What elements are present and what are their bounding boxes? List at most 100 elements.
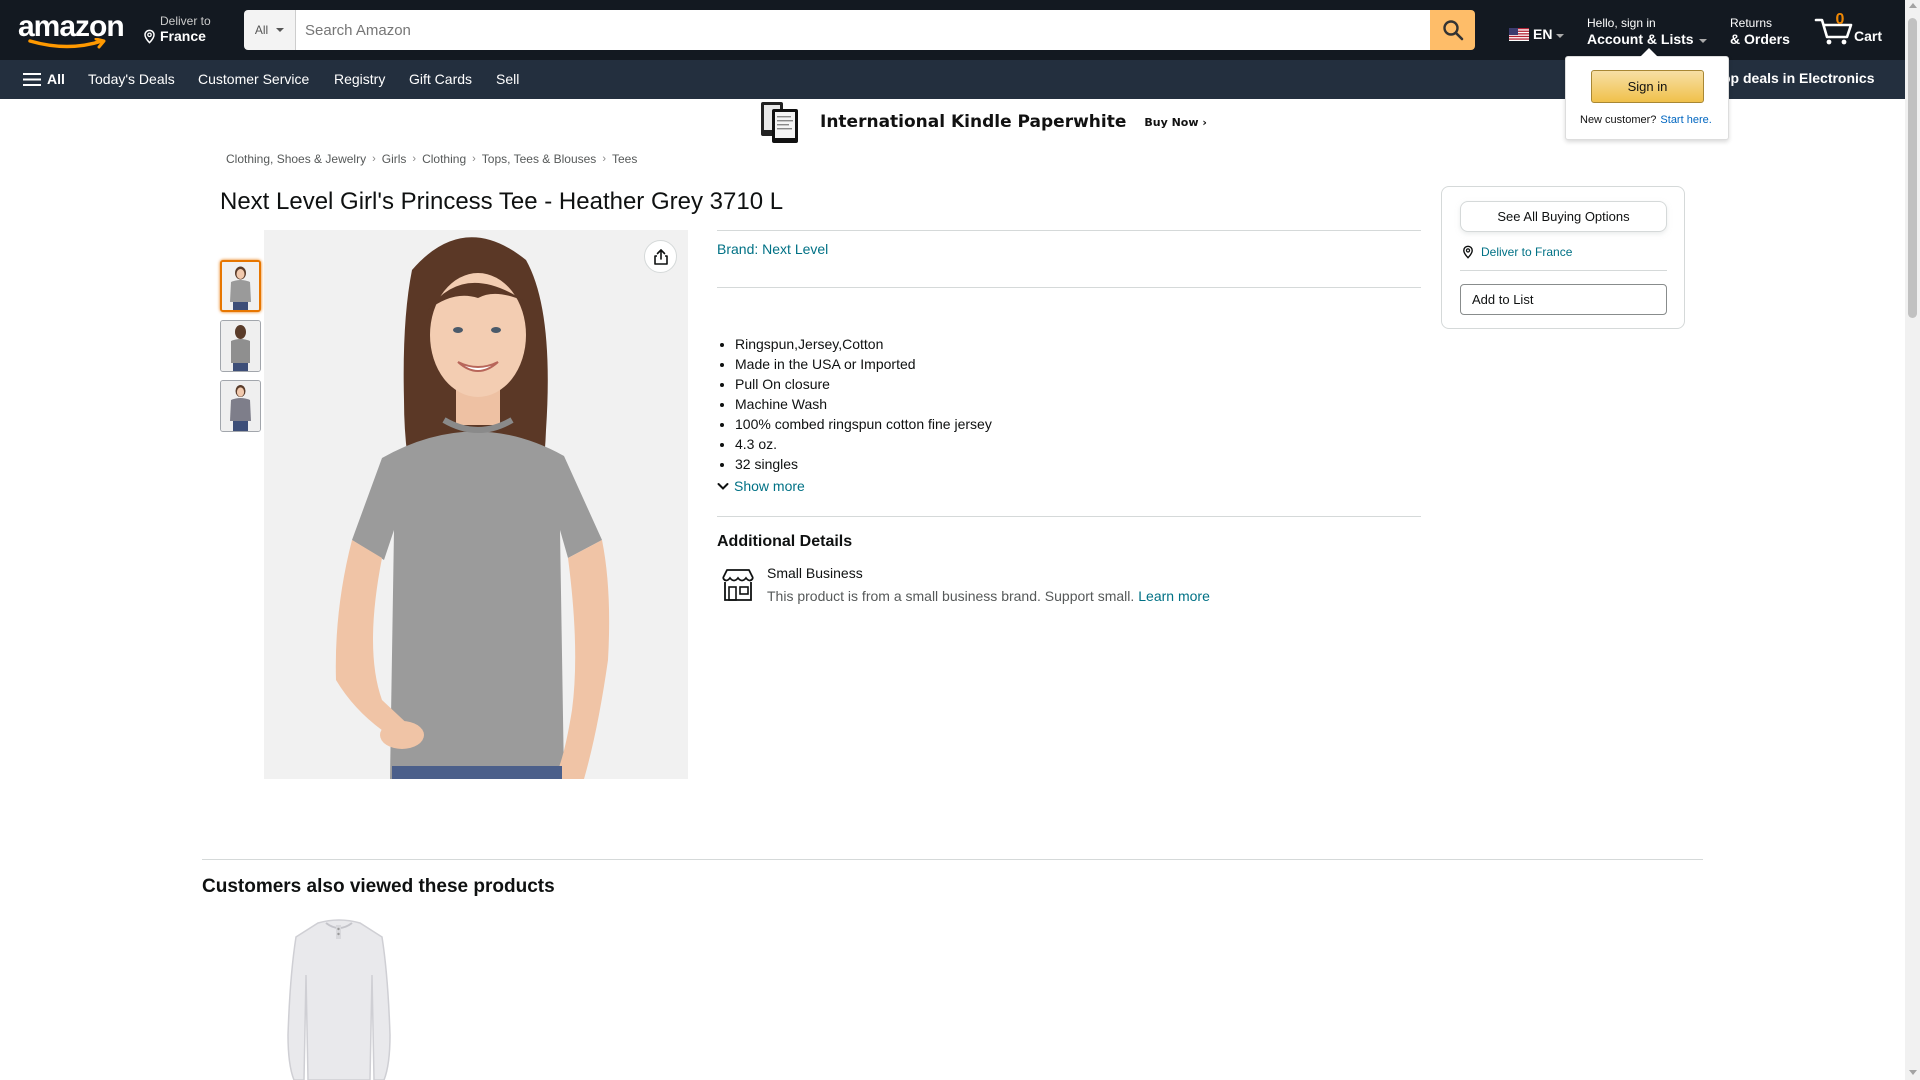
all-menu-label: All: [47, 71, 65, 87]
banner-buy-now[interactable]: Buy Now ›: [1144, 116, 1207, 129]
flyout-arrow: [1640, 48, 1658, 57]
search-bar: All: [244, 10, 1475, 50]
divider: [717, 516, 1421, 517]
page: amazon Deliver to France All Search Amaz…: [0, 0, 1920, 1080]
brand-link[interactable]: Brand: Next Level: [717, 241, 828, 257]
deliver-country: France: [160, 28, 206, 44]
cart-count: 0: [1835, 11, 1845, 28]
search-department-select[interactable]: All: [244, 10, 296, 50]
buy-box: See All Buying Options Deliver to France…: [1441, 186, 1685, 329]
product-thumbnail-image: [221, 381, 260, 431]
scrollbar-thumb[interactable]: [1908, 18, 1917, 318]
caret-down-icon: [1556, 34, 1565, 38]
returns-orders[interactable]: Returns & Orders: [1730, 15, 1790, 47]
kindle-banner[interactable]: International Kindle Paperwhite Buy Now …: [758, 101, 1207, 143]
breadcrumb-separator: ›: [412, 153, 417, 165]
language-selector[interactable]: EN: [1509, 26, 1565, 42]
learn-more-link[interactable]: Learn more: [1138, 588, 1210, 604]
search-icon: [1442, 20, 1463, 41]
also-viewed-heading: Customers also viewed these products: [202, 876, 555, 897]
nav-gift-cards[interactable]: Gift Cards: [409, 71, 472, 87]
feature-bullet: 4.3 oz.: [735, 434, 992, 454]
breadcrumb-girls[interactable]: Girls: [382, 152, 407, 166]
location-pin-icon: [1463, 245, 1473, 259]
breadcrumb-clothing-shoes-jewelry[interactable]: Clothing, Shoes & Jewelry: [226, 152, 366, 166]
product-title: Next Level Girl's Princess Tee - Heather…: [220, 188, 784, 215]
account-lists-label: Account & Lists: [1587, 31, 1694, 47]
divider: [717, 230, 1421, 231]
thumbnail-1[interactable]: [220, 260, 261, 312]
start-here-link[interactable]: Start here.: [1660, 114, 1711, 126]
feature-bullet: Machine Wash: [735, 394, 992, 414]
small-business-title: Small Business: [767, 565, 863, 581]
nav-registry[interactable]: Registry: [334, 71, 385, 87]
show-more-link[interactable]: Show more: [717, 478, 805, 494]
orders-label: & Orders: [1730, 31, 1790, 47]
breadcrumb-separator: ›: [602, 153, 606, 165]
language-code: EN: [1533, 26, 1553, 42]
product-thumbnail-image: [221, 321, 260, 371]
add-to-list-button[interactable]: Add to List: [1460, 284, 1667, 315]
small-business-description: This product is from a small business br…: [767, 588, 1210, 604]
thumbnail-3[interactable]: [220, 380, 261, 432]
small-business-store-icon: [722, 569, 754, 601]
new-customer-label: New customer?: [1580, 114, 1657, 126]
all-menu-button[interactable]: All: [23, 71, 65, 87]
show-more-label: Show more: [734, 478, 805, 494]
deliver-to-location[interactable]: Deliver to France: [142, 14, 211, 44]
cart-button[interactable]: 0 Cart: [1812, 10, 1882, 50]
feature-bullet: Made in the USA or Imported: [735, 354, 992, 374]
nav-promo-electronics[interactable]: op deals in Electronics: [1722, 70, 1875, 86]
additional-details-heading: Additional Details: [717, 533, 853, 550]
nav-sell[interactable]: Sell: [496, 71, 519, 87]
chevron-down-icon: [717, 482, 729, 490]
small-business-text: This product is from a small business br…: [767, 588, 1135, 604]
breadcrumb-clothing[interactable]: Clothing: [422, 152, 466, 166]
breadcrumb-separator: ›: [372, 153, 376, 165]
amazon-logo[interactable]: amazon: [18, 12, 125, 49]
feature-bullet: 32 singles: [735, 454, 992, 474]
top-nav: amazon Deliver to France All Search Amaz…: [0, 0, 1905, 60]
nav-customer-service[interactable]: Customer Service: [198, 71, 309, 87]
product-thumbnail-image: [278, 915, 400, 1080]
product-main-image[interactable]: [264, 230, 688, 779]
caret-down-icon: [1698, 39, 1707, 43]
share-button[interactable]: [644, 240, 677, 273]
breadcrumb-separator: ›: [472, 153, 476, 165]
location-pin-icon: [144, 29, 155, 44]
scroll-down-arrow-icon[interactable]: [1909, 1070, 1917, 1075]
divider: [1460, 270, 1667, 271]
signin-flyout: Sign in New customer? Start here.: [1565, 56, 1729, 140]
divider: [717, 287, 1421, 288]
us-flag-icon: [1509, 27, 1529, 41]
feature-bullet: Ringspun,Jersey,Cotton: [735, 334, 992, 354]
account-greeting: Hello, sign in: [1587, 16, 1656, 30]
feature-bullet: Pull On closure: [735, 374, 992, 394]
see-all-buying-options-button[interactable]: See All Buying Options: [1460, 201, 1667, 232]
product-photo: [264, 230, 688, 779]
search-button[interactable]: [1430, 10, 1475, 50]
product-thumbnail-image: [222, 262, 259, 310]
account-lists[interactable]: Hello, sign in Account & Lists: [1587, 15, 1707, 47]
divider: [202, 859, 1703, 860]
breadcrumb-tees[interactable]: Tees: [612, 152, 637, 166]
deliver-to-link[interactable]: Deliver to France: [1461, 245, 1572, 259]
feature-bullets: Ringspun,Jersey,Cotton Made in the USA o…: [735, 334, 992, 474]
share-icon: [653, 248, 668, 265]
thumbnail-2[interactable]: [220, 320, 261, 372]
signin-button[interactable]: Sign in: [1591, 70, 1704, 103]
breadcrumb-tops-tees-blouses[interactable]: Tops, Tees & Blouses: [482, 152, 597, 166]
returns-label: Returns: [1730, 16, 1773, 30]
nav-todays-deals[interactable]: Today's Deals: [88, 71, 175, 87]
deliver-label: Deliver to: [160, 14, 211, 28]
also-viewed-product-1[interactable]: [278, 915, 400, 1080]
image-thumbnails: [220, 260, 261, 440]
hamburger-icon: [23, 72, 41, 86]
new-customer-text: New customer? Start here.: [1580, 114, 1712, 126]
search-input[interactable]: [296, 10, 1430, 50]
caret-down-icon: [276, 28, 285, 32]
feature-bullet: 100% combed ringspun cotton fine jersey: [735, 414, 992, 434]
scroll-up-arrow-icon[interactable]: [1909, 3, 1917, 8]
smile-arrow-icon: [28, 38, 106, 49]
kindle-device-icon: [761, 102, 798, 143]
